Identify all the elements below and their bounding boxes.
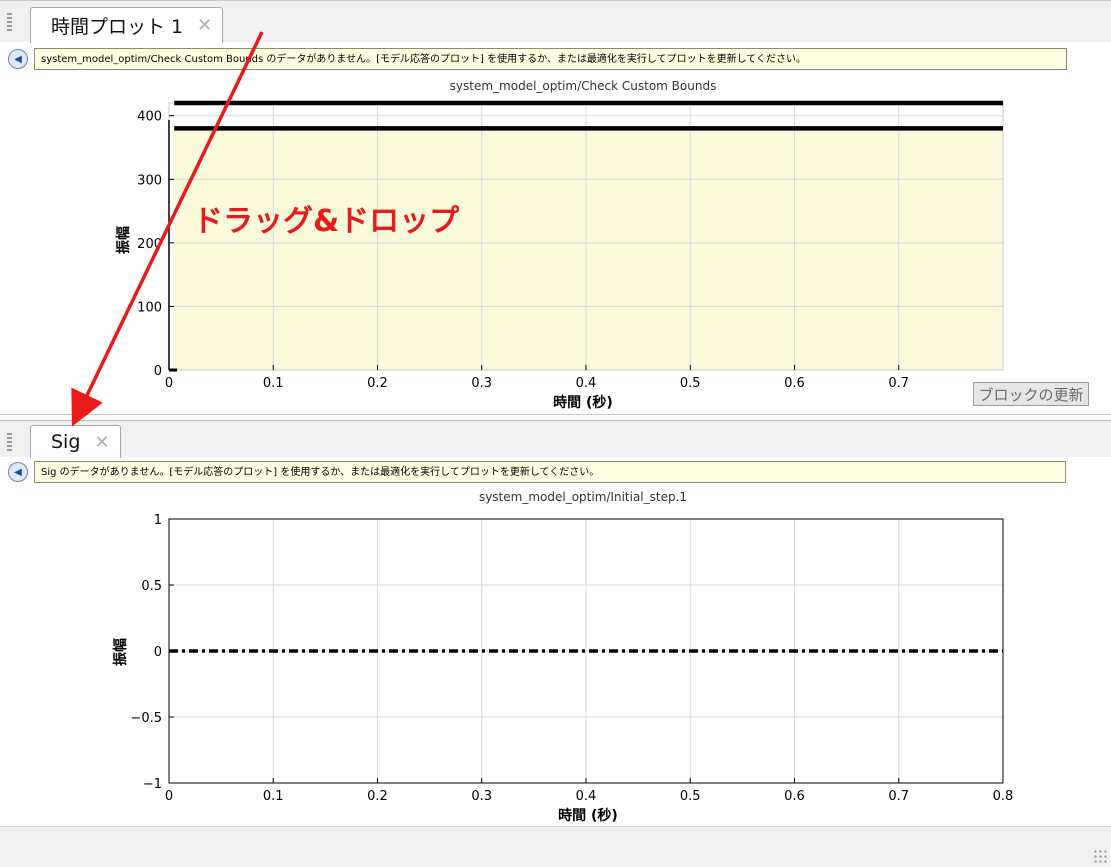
annotation-label: ドラッグ&ドロップ — [193, 204, 460, 239]
x-tick-label: 0.4 — [576, 789, 597, 804]
x-axis-label: 時間 (秒) — [553, 394, 613, 411]
x-tick-label: 0.7 — [888, 376, 909, 391]
x-tick-label: 0.6 — [784, 376, 805, 391]
y-axis-label: 振幅 — [112, 638, 129, 666]
x-tick-label: 0 — [165, 376, 173, 391]
y-tick-label: 300 — [137, 173, 162, 188]
y-tick-label: 1 — [154, 513, 162, 528]
x-tick-label: 0.8 — [993, 789, 1014, 804]
bounds-plot[interactable]: system_model_optim/Check Custom Bounds 0… — [0, 0, 1111, 415]
y-tick-label: −0.5 — [130, 711, 162, 726]
x-tick-label: 0.5 — [680, 789, 701, 804]
x-tick-label: 0.7 — [888, 789, 909, 804]
y-axis-label: 振幅 — [115, 226, 132, 254]
x-tick-label: 0 — [165, 789, 173, 804]
plot-title: system_model_optim/Check Custom Bounds — [450, 79, 717, 93]
y-tick-label: 400 — [137, 110, 162, 125]
x-tick-label: 0.4 — [576, 376, 597, 391]
x-axis-label: 時間 (秒) — [558, 807, 618, 824]
signal-plot[interactable]: system_model_optim/Initial_step.1 0 0.1 0.… — [0, 415, 1111, 866]
x-tick-label: 0.2 — [367, 789, 388, 804]
resize-grip-icon[interactable] — [1093, 849, 1107, 863]
bottom-plot-pane: Sig ✕ ◀ Sig のデータがありません。[モデル応答のプロット] を使用す… — [0, 415, 1111, 866]
y-tick-label: 0 — [154, 645, 162, 660]
bound-region — [174, 128, 1003, 370]
top-plot-pane: 時間プロット 1 ✕ ◀ system_model_optim/Check Cu… — [0, 0, 1111, 415]
y-tick-label: 0.5 — [141, 579, 162, 594]
status-strip — [0, 826, 1111, 867]
y-tick-label: 100 — [137, 300, 162, 315]
x-tick-label: 0.5 — [680, 376, 701, 391]
x-tick-label: 0.6 — [784, 789, 805, 804]
x-tick-label: 0.1 — [263, 789, 284, 804]
y-tick-label: −1 — [143, 777, 162, 792]
y-tick-label: 0 — [154, 364, 162, 379]
x-tick-label: 0.1 — [263, 376, 284, 391]
x-tick-label: 0.3 — [471, 376, 492, 391]
plot-title: system_model_optim/Initial_step.1 — [479, 490, 687, 504]
y-tick-label: 200 — [137, 237, 162, 252]
x-tick-label: 0.3 — [471, 789, 492, 804]
update-block-button[interactable]: ブロックの更新 — [973, 382, 1089, 406]
x-tick-label: 0.2 — [367, 376, 388, 391]
